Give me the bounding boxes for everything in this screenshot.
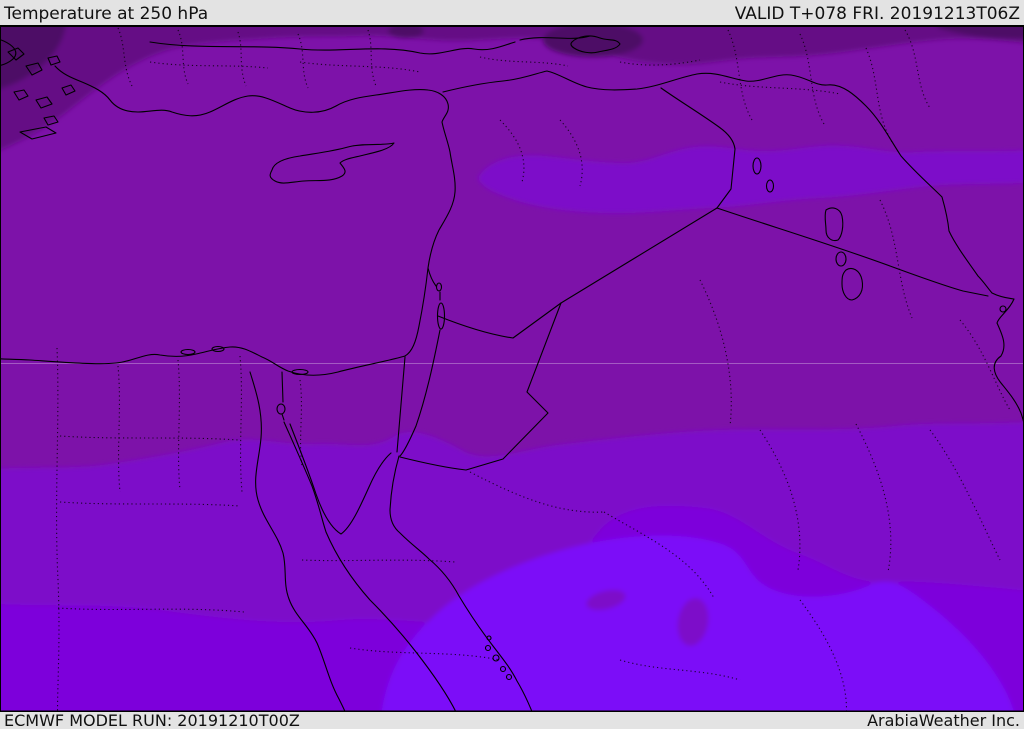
- valid-time: VALID T+078 FRI. 20191213T06Z: [734, 4, 1020, 24]
- model-run-label: ECMWF MODEL RUN: 20191210T00Z: [4, 710, 300, 729]
- title-bar: Temperature at 250 hPa VALID T+078 FRI. …: [0, 0, 1024, 26]
- temperature-fill-layers: [0, 0, 1024, 729]
- map-canvas: [0, 0, 1024, 729]
- credit-label: ArabiaWeather Inc.: [867, 710, 1020, 729]
- weather-map-screen: Temperature at 250 hPa VALID T+078 FRI. …: [0, 0, 1024, 729]
- map-title: Temperature at 250 hPa: [4, 4, 209, 24]
- footer-bar: ECMWF MODEL RUN: 20191210T00Z ArabiaWeat…: [0, 711, 1024, 729]
